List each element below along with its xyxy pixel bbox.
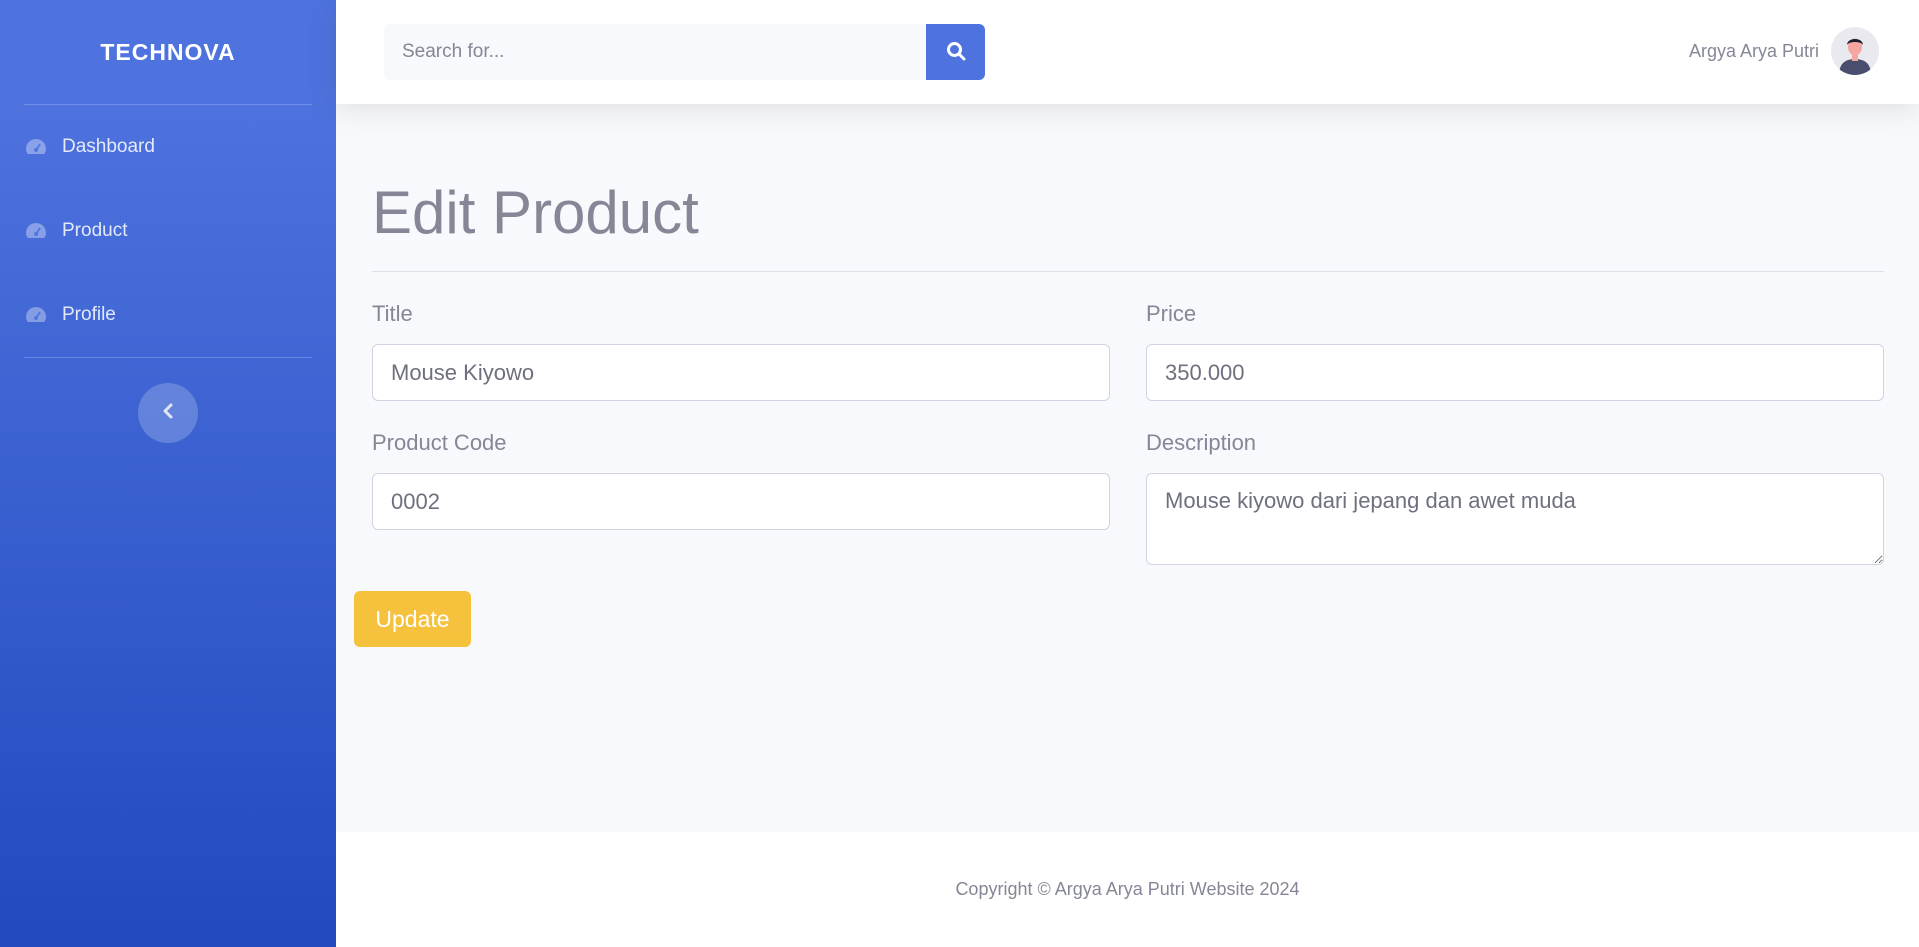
chevron-left-icon — [162, 403, 174, 424]
brand-logo[interactable]: TECHNOVA — [0, 0, 336, 104]
price-label: Price — [1146, 301, 1197, 326]
sidebar-item-product[interactable]: Product — [0, 189, 336, 273]
topbar: Argya Arya Putri — [336, 0, 1919, 104]
title-input[interactable] — [372, 344, 1110, 401]
title-label: Title — [372, 301, 413, 326]
price-input[interactable] — [1146, 344, 1884, 401]
price-field-group: Price — [1146, 301, 1884, 401]
sidebar-item-label: Product — [62, 220, 128, 241]
search-button[interactable] — [926, 24, 985, 80]
description-textarea[interactable]: Mouse kiyowo dari jepang dan awet muda — [1146, 473, 1884, 565]
title-field-group: Title — [372, 301, 1110, 401]
main-content: Edit Product Title Price Product Code De… — [336, 104, 1919, 832]
search-input[interactable] — [384, 24, 926, 80]
tachometer-icon — [24, 303, 48, 327]
search-bar — [384, 24, 985, 80]
copyright-text: Copyright © Argya Arya Putri Website 202… — [955, 879, 1300, 899]
update-button[interactable]: Update — [354, 591, 471, 647]
footer: Copyright © Argya Arya Putri Website 202… — [336, 832, 1919, 947]
description-label: Description — [1146, 430, 1257, 455]
search-icon — [946, 41, 966, 64]
avatar — [1831, 27, 1879, 75]
product-code-input[interactable] — [372, 473, 1110, 530]
product-code-label: Product Code — [372, 430, 507, 455]
page-title: Edit Product — [372, 179, 699, 246]
tachometer-icon — [24, 219, 48, 243]
user-name: Argya Arya Putri — [1688, 40, 1819, 61]
sidebar: TECHNOVA Dashboard Product Profile — [0, 0, 336, 947]
tachometer-icon — [24, 135, 48, 159]
title-divider — [372, 271, 1884, 272]
user-menu[interactable]: Argya Arya Putri — [1689, 27, 1879, 75]
description-field-group: Description Mouse kiyowo dari jepang dan… — [1146, 430, 1884, 570]
sidebar-item-label: Profile — [62, 304, 116, 325]
product-code-field-group: Product Code — [372, 430, 1110, 530]
sidebar-toggle-button[interactable] — [138, 383, 198, 443]
sidebar-item-label: Dashboard — [62, 136, 155, 157]
sidebar-item-profile[interactable]: Profile — [0, 273, 336, 357]
sidebar-item-dashboard[interactable]: Dashboard — [0, 105, 336, 189]
